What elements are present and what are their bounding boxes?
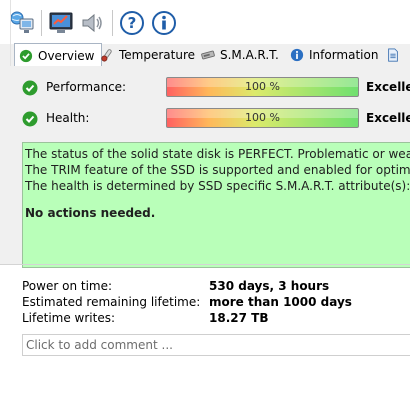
health-label: Health:: [46, 111, 90, 125]
tab-strip: Overview Temperature S.M.A.R.T. Informat…: [0, 43, 410, 68]
check-circle-icon: [22, 111, 38, 127]
toolbar-separator: [41, 10, 42, 36]
overview-panel: Performance: 100 % Excellent Health: 100…: [0, 66, 410, 268]
svg-text:?: ?: [128, 14, 137, 32]
power-on-value: 530 days, 3 hours: [209, 279, 330, 293]
tab-label: S.M.A.R.T.: [220, 48, 279, 62]
check-circle-icon: [22, 80, 38, 96]
speaker-icon[interactable]: [79, 10, 105, 36]
tab-temperature[interactable]: Temperature: [100, 45, 195, 65]
status-action: No actions needed.: [25, 206, 156, 220]
health-rating: Excellent: [366, 111, 410, 125]
lifetime-value: more than 1000 days: [209, 295, 352, 309]
lifetime-label: Estimated remaining lifetime:: [22, 295, 201, 309]
performance-row: Performance: 100 % Excellent: [0, 77, 410, 99]
status-line: The status of the solid state disk is PE…: [25, 147, 410, 161]
status-line: The TRIM feature of the SSD is supported…: [25, 163, 410, 177]
status-message-box: The status of the solid state disk is PE…: [22, 142, 410, 268]
document-icon: [388, 48, 398, 62]
info-icon[interactable]: [151, 10, 177, 36]
status-line: The health is determined by SSD specific…: [25, 179, 410, 193]
tab-label: Temperature: [119, 48, 196, 62]
health-bar: 100 %: [166, 108, 359, 128]
tab-information[interactable]: Information: [290, 45, 378, 65]
check-circle-icon: [19, 49, 33, 62]
section-divider: [0, 264, 410, 265]
disk-icon: [201, 50, 215, 60]
toolbar: ?: [0, 0, 410, 44]
toolbar-separator: [112, 10, 113, 36]
network-computer-icon[interactable]: [9, 10, 35, 36]
comment-placeholder: Click to add comment ...: [26, 338, 173, 352]
writes-label: Lifetime writes:: [22, 311, 116, 325]
performance-rating: Excellent: [366, 80, 410, 94]
thermometer-icon: [101, 49, 112, 62]
comment-field[interactable]: Click to add comment ...: [22, 334, 410, 356]
help-icon[interactable]: ?: [119, 10, 145, 36]
power-on-label: Power on time:: [22, 279, 113, 293]
health-value: 100 %: [245, 111, 280, 124]
writes-value: 18.27 TB: [209, 311, 269, 325]
performance-bar: 100 %: [166, 77, 359, 97]
tab-label: Information: [309, 48, 379, 62]
monitor-chart-icon[interactable]: [48, 10, 74, 36]
performance-value: 100 %: [245, 80, 280, 93]
health-row: Health: 100 % Excellent: [0, 108, 410, 130]
performance-label: Performance:: [46, 80, 127, 94]
tab-overview[interactable]: Overview: [14, 43, 102, 68]
tab-label: Overview: [38, 48, 95, 63]
info-icon: [290, 48, 304, 62]
tab-smart[interactable]: S.M.A.R.T.: [201, 45, 279, 65]
tab-document[interactable]: [386, 45, 400, 65]
